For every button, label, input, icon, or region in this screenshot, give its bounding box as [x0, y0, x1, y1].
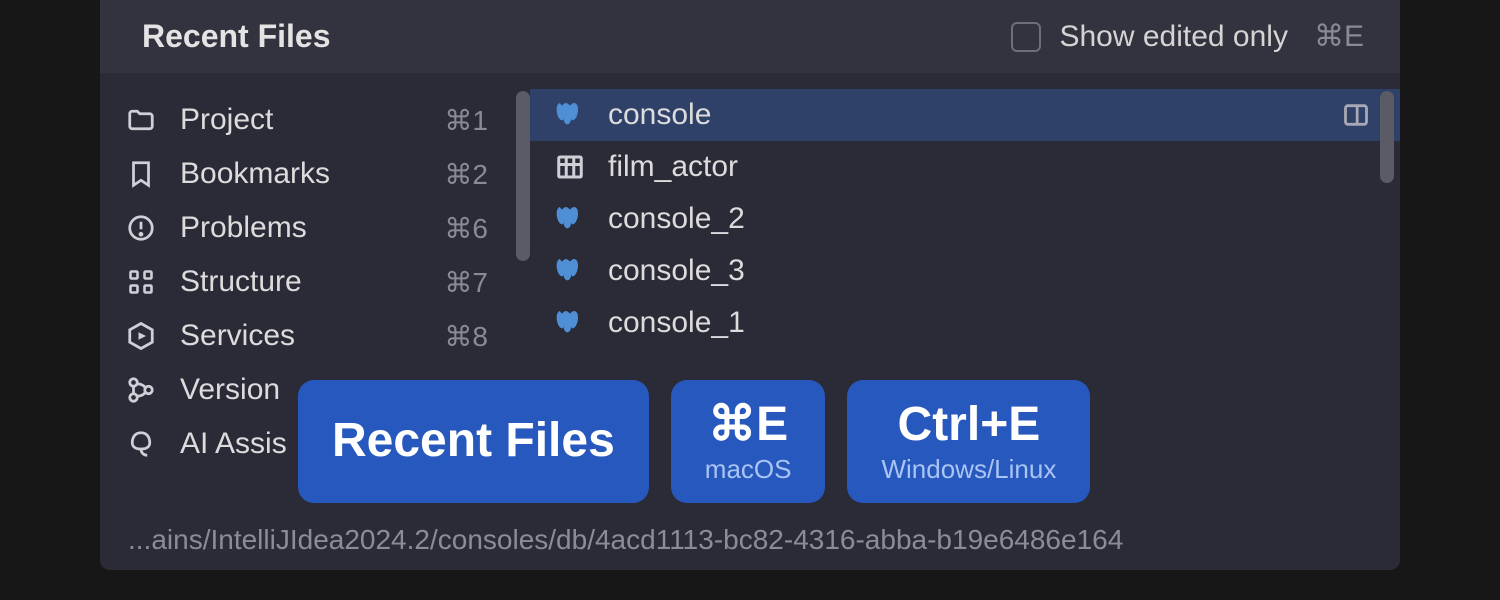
show-edited-only-checkbox[interactable]: [1011, 22, 1041, 52]
tip-badge-sub: Windows/Linux: [881, 454, 1056, 485]
file-item-console-1[interactable]: console_1: [530, 297, 1400, 349]
structure-icon: [124, 265, 158, 299]
bookmark-icon: [124, 157, 158, 191]
problem-icon: [124, 211, 158, 245]
postgres-icon: [552, 97, 588, 133]
sidebar-item-bookmarks[interactable]: Bookmarks ⌘2: [100, 147, 530, 201]
sidebar-item-label: Services: [180, 319, 422, 353]
postgres-icon: [552, 305, 588, 341]
sidebar-item-label: Bookmarks: [180, 157, 422, 191]
file-item-console-2[interactable]: console_2: [530, 193, 1400, 245]
sidebar-item-services[interactable]: Services ⌘8: [100, 309, 530, 363]
show-edited-only-label: Show edited only: [1059, 20, 1288, 54]
popup-header: Recent Files Show edited only ⌘E: [100, 0, 1400, 73]
file-label: console_3: [608, 254, 1372, 288]
sidebar-item-project[interactable]: Project ⌘1: [100, 93, 530, 147]
tip-badge-win: Ctrl+E Windows/Linux: [847, 380, 1090, 503]
footer-path: ...ains/IntelliJIdea2024.2/consoles/db/4…: [100, 514, 1400, 570]
tip-overlay: Recent Files ⌘E macOS Ctrl+E Windows/Lin…: [298, 380, 1090, 503]
vcs-icon: [124, 373, 158, 407]
sidebar-item-shortcut: ⌘7: [444, 266, 488, 299]
postgres-icon: [552, 253, 588, 289]
right-scrollbar[interactable]: [1380, 91, 1394, 183]
sidebar-item-label: Project: [180, 103, 422, 137]
tip-badge-main: Recent Files: [332, 413, 615, 468]
file-label: console_2: [608, 202, 1372, 236]
folder-icon: [124, 103, 158, 137]
sidebar-item-label: Structure: [180, 265, 422, 299]
file-item-console[interactable]: console: [530, 89, 1400, 141]
file-label: console: [608, 98, 1320, 132]
postgres-icon: [552, 201, 588, 237]
split-right-icon[interactable]: [1340, 99, 1372, 131]
tip-badge-title: Recent Files: [298, 380, 649, 503]
tip-badge-main: Ctrl+E: [898, 397, 1041, 452]
sidebar-item-shortcut: ⌘2: [444, 158, 488, 191]
sidebar-item-shortcut: ⌘6: [444, 212, 488, 245]
tip-badge-sub: macOS: [705, 454, 792, 485]
ai-icon: [124, 427, 158, 461]
sidebar-item-label: Problems: [180, 211, 422, 245]
file-item-console-3[interactable]: console_3: [530, 245, 1400, 297]
file-label: film_actor: [608, 150, 1372, 184]
sidebar-item-shortcut: ⌘8: [444, 320, 488, 353]
left-scrollbar[interactable]: [516, 91, 530, 261]
file-label: console_1: [608, 306, 1372, 340]
file-item-film-actor[interactable]: film_actor: [530, 141, 1400, 193]
sidebar-item-shortcut: ⌘1: [444, 104, 488, 137]
table-icon: [552, 149, 588, 185]
show-edited-only-control[interactable]: Show edited only ⌘E: [1011, 19, 1364, 54]
services-icon: [124, 319, 158, 353]
sidebar-item-structure[interactable]: Structure ⌘7: [100, 255, 530, 309]
tip-badge-main: ⌘E: [708, 396, 788, 452]
tip-badge-mac: ⌘E macOS: [671, 380, 826, 503]
popup-title: Recent Files: [142, 18, 331, 55]
show-edited-only-shortcut: ⌘E: [1314, 19, 1364, 54]
sidebar-item-problems[interactable]: Problems ⌘6: [100, 201, 530, 255]
